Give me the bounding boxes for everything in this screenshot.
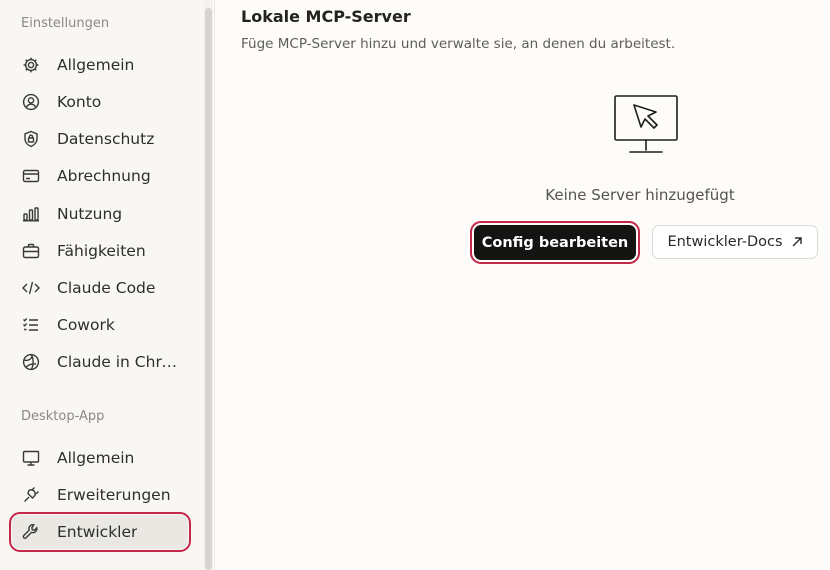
sidebar-item-cowork[interactable]: Cowork (12, 308, 188, 342)
sidebar-scrollbar-thumb[interactable] (205, 8, 212, 570)
sidebar-item-label: Abrechnung (57, 167, 151, 185)
monitor-cursor-icon (612, 93, 680, 157)
sidebar-item-abrechnung[interactable]: Abrechnung (12, 159, 188, 193)
section-label-settings: Einstellungen (21, 16, 110, 31)
sidebar-item-faehigkeiten[interactable]: Fähigkeiten (12, 234, 188, 268)
code-icon (22, 279, 40, 297)
sidebar-item-label: Entwickler (57, 523, 138, 541)
sidebar-item-nutzung[interactable]: Nutzung (12, 197, 188, 231)
external-link-arrow-icon (791, 236, 803, 248)
sidebar-item-label: Claude Code (57, 279, 156, 297)
sidebar-item-konto[interactable]: Konto (12, 85, 188, 119)
checklist-icon (22, 316, 40, 334)
credit-card-icon (22, 167, 40, 185)
sidebar-item-label: Cowork (57, 316, 115, 334)
sidebar-item-label: Allgemein (57, 56, 135, 74)
sidebar-item-label: Fähigkeiten (57, 242, 146, 260)
sidebar-item-label: Konto (57, 93, 102, 111)
sidebar-item-claude-in-chrome[interactable]: Claude in Chrome (12, 345, 188, 379)
page-title: Lokale MCP-Server (241, 7, 411, 26)
settings-sidebar: Einstellungen Allgemein Konto Datenschut… (0, 0, 205, 570)
bar-chart-icon (22, 205, 40, 223)
sidebar-item-datenschutz[interactable]: Datenschutz (12, 122, 188, 156)
sidebar-item-desktop-allgemein[interactable]: Allgemein (12, 441, 188, 475)
sidebar-item-label: Claude in Chrome (57, 353, 182, 371)
page-subtitle: Füge MCP-Server hinzu und verwalte sie, … (241, 36, 676, 52)
globe-icon (22, 353, 40, 371)
sidebar-item-label: Nutzung (57, 205, 123, 223)
monitor-icon (22, 449, 40, 467)
briefcase-icon (22, 242, 40, 260)
empty-state-text: Keine Server hinzugefügt (545, 186, 735, 204)
plug-icon (22, 486, 40, 504)
wrench-icon (22, 523, 40, 541)
sidebar-item-allgemein[interactable]: Allgemein (12, 48, 188, 82)
sidebar-item-entwickler[interactable]: Entwickler (9, 512, 191, 552)
edit-config-button[interactable]: Config bearbeiten (470, 221, 640, 264)
panel-divider (214, 0, 215, 570)
user-circle-icon (22, 93, 40, 111)
developer-docs-label: Entwickler-Docs (667, 234, 783, 250)
sidebar-item-label: Erweiterungen (57, 486, 171, 504)
lock-shield-icon (22, 130, 40, 148)
sidebar-item-erweiterungen[interactable]: Erweiterungen (12, 478, 188, 512)
sidebar-item-label: Datenschutz (57, 130, 155, 148)
gear-icon (22, 56, 40, 74)
developer-docs-button[interactable]: Entwickler-Docs (652, 225, 818, 259)
sidebar-item-claude-code[interactable]: Claude Code (12, 271, 188, 305)
section-label-desktop: Desktop-App (21, 409, 105, 424)
sidebar-item-label: Allgemein (57, 449, 135, 467)
